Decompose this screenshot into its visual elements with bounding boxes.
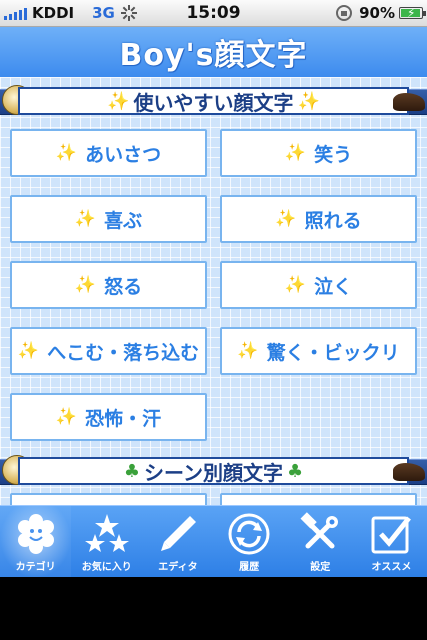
- sparkle-icon: ✨: [74, 275, 97, 295]
- tab-category[interactable]: カテゴリ: [0, 506, 72, 578]
- network-type: 3G: [92, 4, 115, 22]
- shoes-icon: [393, 463, 425, 481]
- battery-icon: ⚡: [399, 6, 426, 20]
- tab-recommended[interactable]: オススメ: [356, 506, 427, 578]
- clover-icon: ♣: [123, 460, 140, 482]
- button-label: あいさつ: [85, 143, 162, 166]
- tab-settings[interactable]: 設定: [285, 506, 356, 578]
- button-label: 笑う: [314, 143, 353, 166]
- category-button-shy[interactable]: ✨ 照れる: [220, 195, 417, 243]
- button-label: 恐怖・汗: [85, 407, 162, 430]
- category-button-fear[interactable]: ✨ 恐怖・汗: [10, 393, 207, 441]
- category-button-partial[interactable]: [220, 493, 417, 505]
- tab-label: カテゴリ: [15, 562, 56, 573]
- sparkle-icon: ✨: [284, 143, 307, 163]
- tab-favorites[interactable]: お気に入り: [71, 506, 142, 578]
- sparkle-icon: ✨: [55, 143, 78, 163]
- clover-icon: ♣: [287, 460, 304, 482]
- button-label: 驚く・ビックリ: [266, 341, 400, 364]
- history-icon: [228, 513, 270, 555]
- tab-bar: カテゴリ お気に入り エディタ 履歴 設定 オススメ: [0, 505, 427, 578]
- rotation-lock-icon: [336, 5, 353, 21]
- shoes-icon: [393, 93, 425, 111]
- section-header-easy: ✨ 使いやすい顔文字 ✨: [0, 83, 427, 119]
- bottom-margin: [0, 577, 427, 640]
- tab-label: 履歴: [239, 562, 260, 573]
- battery-percent: 90%: [359, 4, 395, 22]
- sparkle-icon: ✨: [237, 341, 259, 361]
- sparkle-icon: ✨: [284, 275, 307, 295]
- stars-icon: [84, 514, 129, 552]
- checkbox-icon: [371, 516, 412, 554]
- category-button-depressed[interactable]: ✨ へこむ・落ち込む: [10, 327, 207, 375]
- section-title: 使いやすい顔文字: [133, 90, 294, 115]
- app-header: Boy's顔文字: [0, 27, 427, 77]
- tab-history[interactable]: 履歴: [214, 506, 285, 578]
- activity-spinner-icon: [120, 5, 137, 21]
- button-label: へこむ・落ち込む: [47, 341, 200, 364]
- category-button-cry[interactable]: ✨ 泣く: [220, 261, 417, 309]
- category-button-surprised[interactable]: ✨ 驚く・ビックリ: [220, 327, 417, 375]
- section-title: シーン別顔文字: [144, 460, 283, 485]
- button-label: 喜ぶ: [104, 209, 143, 232]
- tab-editor[interactable]: エディタ: [142, 506, 213, 578]
- category-button-angry[interactable]: ✨ 怒る: [10, 261, 207, 309]
- category-button-joy[interactable]: ✨ 喜ぶ: [10, 195, 207, 243]
- button-label: 怒る: [104, 275, 143, 298]
- category-button-laugh[interactable]: ✨ 笑う: [220, 129, 417, 177]
- signal-strength-icon: [4, 6, 27, 20]
- main-content[interactable]: Boy's顔文字 ✨ 使いやすい顔文字 ✨ ✨ あいさつ ✨ 笑う ✨ 喜ぶ ✨…: [0, 27, 427, 505]
- tab-label: お気に入り: [81, 562, 132, 573]
- section-header-scene: ♣ シーン別顔文字 ♣: [0, 453, 427, 489]
- smiley-flower-icon: [17, 514, 54, 554]
- tools-icon: [300, 512, 339, 549]
- sparkle-icon: ✨: [55, 407, 78, 427]
- carrier-name: KDDI: [32, 4, 75, 22]
- status-bar: KDDI 3G 15:09 90% ⚡: [0, 0, 427, 27]
- tab-label: オススメ: [371, 562, 412, 573]
- category-button-greeting[interactable]: ✨ あいさつ: [10, 129, 207, 177]
- sparkle-icon: ✨: [297, 90, 320, 112]
- sparkle-icon: ✨: [275, 209, 297, 229]
- tab-label: 設定: [310, 562, 331, 573]
- sparkle-icon: ✨: [74, 209, 97, 229]
- app-title: Boy's顔文字: [119, 38, 308, 73]
- tab-label: エディタ: [158, 562, 198, 573]
- button-label: 泣く: [314, 275, 353, 298]
- pencil-icon: [160, 516, 196, 551]
- sparkle-icon: ✨: [17, 341, 40, 361]
- category-button-partial[interactable]: [10, 493, 207, 505]
- button-label: 照れる: [304, 209, 362, 232]
- sparkle-icon: ✨: [107, 90, 130, 112]
